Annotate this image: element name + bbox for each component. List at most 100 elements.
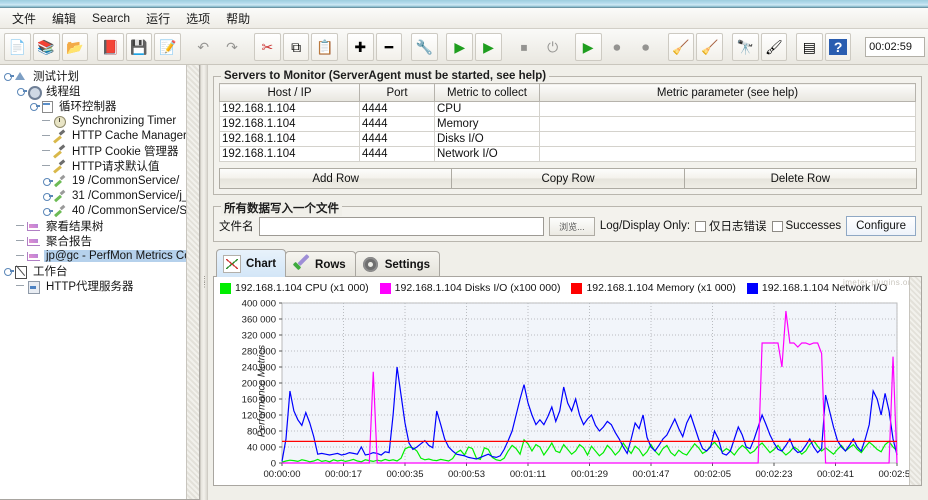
- tree-item-11[interactable]: 聚合报告: [2, 233, 199, 248]
- configure-button[interactable]: Configure: [846, 216, 916, 236]
- tab-rows[interactable]: Rows: [285, 251, 356, 277]
- tab-chart[interactable]: Chart: [216, 249, 287, 277]
- menu-item-5[interactable]: 帮助: [218, 8, 258, 29]
- clear-all-icon[interactable]: 🧹: [696, 32, 724, 61]
- table-row[interactable]: 192.168.1.104 4444 Memory: [219, 116, 916, 132]
- menu-item-1[interactable]: 编辑: [44, 8, 84, 29]
- tree-expand-toggle[interactable]: [41, 190, 53, 201]
- test-plan-tree[interactable]: 测试计划 线程组 循环控制器 Synchronizing Timer HTTP Cach…: [0, 65, 199, 294]
- table-row[interactable]: 192.168.1.104 4444 CPU: [219, 101, 916, 117]
- errors-only-checkbox[interactable]: 仅日志错误: [695, 218, 767, 234]
- browse-button[interactable]: 浏览...: [548, 216, 595, 236]
- errors-only-checkbox-box[interactable]: [695, 220, 707, 232]
- start-icon[interactable]: ▶: [446, 32, 474, 61]
- expand-all-icon[interactable]: ✚: [346, 32, 374, 61]
- tree-expand-toggle[interactable]: [41, 205, 53, 216]
- tree-expand-toggle[interactable]: [2, 70, 14, 81]
- settings-gear-icon: [362, 256, 380, 274]
- open-icon[interactable]: 📂: [61, 32, 89, 61]
- performance-chart[interactable]: jmeter-plugins.org 192.168.1.104 CPU (x1…: [213, 276, 922, 486]
- menu-item-3[interactable]: 运行: [138, 8, 178, 29]
- servers-cell-r1-c3[interactable]: [539, 116, 916, 132]
- tree-item-10[interactable]: 察看结果树: [2, 218, 199, 233]
- chart-plot-area[interactable]: Performance Metrics 0 40 000 80 000 120 000…: [214, 297, 921, 485]
- tree-expand-toggle[interactable]: [15, 85, 27, 96]
- servers-cell-r0-c0[interactable]: 192.168.1.104: [219, 101, 360, 117]
- copy-icon[interactable]: ⧉: [282, 32, 310, 61]
- new-icon[interactable]: 📄: [4, 32, 31, 61]
- tree-expand-toggle[interactable]: [2, 265, 14, 276]
- servers-cell-r1-c0[interactable]: 192.168.1.104: [219, 116, 360, 132]
- tree-item-label: 察看结果树: [46, 220, 104, 233]
- servers-cell-r1-c2[interactable]: Memory: [434, 116, 540, 132]
- tree-item-3[interactable]: Synchronizing Timer: [2, 113, 199, 128]
- servers-cell-r2-c1[interactable]: 4444: [359, 131, 435, 147]
- reset-search-icon[interactable]: 🖌: [760, 32, 788, 61]
- close-icon[interactable]: 📕: [96, 32, 124, 61]
- collapse-all-icon[interactable]: ━: [375, 32, 403, 61]
- paste-icon[interactable]: 📋: [311, 32, 339, 61]
- tree-item-1[interactable]: 线程组: [2, 83, 199, 100]
- add-row-button[interactable]: Add Row: [219, 168, 453, 189]
- cut-icon[interactable]: ✂: [253, 32, 281, 61]
- http-sampler-icon: [52, 189, 67, 203]
- tree-item-13[interactable]: 工作台: [2, 263, 199, 279]
- save-icon[interactable]: 💾: [125, 32, 153, 61]
- tree-item-7[interactable]: 19 /CommonService/: [2, 173, 199, 188]
- tree-vertical-scrollbar[interactable]: [186, 65, 199, 499]
- copy-row-button[interactable]: Copy Row: [451, 168, 685, 189]
- start-no-pauses-icon[interactable]: ▶: [475, 32, 502, 61]
- delete-row-button[interactable]: Delete Row: [683, 168, 917, 189]
- servers-cell-r0-c2[interactable]: CPU: [434, 101, 540, 117]
- remote-start-icon[interactable]: ▶: [574, 32, 602, 61]
- splitter-grip[interactable]: ⋮ ⋮: [201, 276, 208, 289]
- tree-item-0[interactable]: 测试计划: [2, 68, 199, 83]
- toggle-icon[interactable]: 🔧: [411, 32, 438, 61]
- open-template-icon[interactable]: 📚: [32, 32, 60, 61]
- tree-item-5[interactable]: HTTP Cookie 管理器: [2, 143, 199, 158]
- test-plan-tree-pane[interactable]: 测试计划 线程组 循环控制器 Synchronizing Timer HTTP Cach…: [0, 65, 200, 500]
- servers-col-2[interactable]: Metric to collect: [434, 83, 540, 102]
- tree-item-12[interactable]: jp@gc - PerfMon Metrics Collec: [2, 248, 199, 263]
- table-row[interactable]: 192.168.1.104 4444 Network I/O: [219, 146, 916, 162]
- filename-input[interactable]: [258, 216, 544, 236]
- servers-col-0[interactable]: Host / IP: [219, 83, 360, 102]
- servers-cell-r1-c1[interactable]: 4444: [359, 116, 435, 132]
- servers-table[interactable]: Host / IP Port Metric to collect Metric par…: [219, 83, 916, 162]
- servers-cell-r2-c3[interactable]: [539, 131, 916, 147]
- servers-cell-r3-c2[interactable]: Network I/O: [434, 146, 540, 162]
- servers-cell-r0-c3[interactable]: [539, 101, 916, 117]
- tree-item-6[interactable]: HTTP请求默认值: [2, 158, 199, 173]
- table-row[interactable]: 192.168.1.104 4444 Disks I/O: [219, 131, 916, 147]
- tree-item-8[interactable]: 31 /CommonService/j_s: [2, 188, 199, 203]
- menu-item-4[interactable]: 选项: [178, 8, 218, 29]
- search-icon[interactable]: 🔭: [731, 32, 759, 61]
- help-icon[interactable]: ?: [824, 32, 852, 61]
- tree-item-9[interactable]: 40 /CommonService/Sy: [2, 203, 199, 218]
- tree-item-2[interactable]: 循环控制器: [2, 98, 199, 113]
- servers-to-monitor-group: Servers to Monitor (ServerAgent must be …: [213, 70, 922, 195]
- servers-col-1[interactable]: Port: [359, 83, 435, 102]
- function-helper-icon[interactable]: ▤: [795, 32, 823, 61]
- tree-expand-toggle[interactable]: [41, 175, 53, 186]
- clear-icon[interactable]: 🧹: [667, 32, 695, 61]
- successes-checkbox-box[interactable]: [771, 220, 783, 232]
- tree-item-4[interactable]: HTTP Cache Manager: [2, 128, 199, 143]
- pane-splitter[interactable]: ⋮ ⋮: [200, 65, 208, 500]
- save-as-icon[interactable]: 📝: [154, 32, 182, 61]
- chart-vertical-scrollbar[interactable]: [909, 277, 921, 485]
- tree-item-14[interactable]: HTTP代理服务器: [2, 278, 199, 294]
- successes-checkbox[interactable]: Successes: [771, 220, 841, 232]
- servers-cell-r2-c0[interactable]: 192.168.1.104: [219, 131, 360, 147]
- servers-cell-r2-c2[interactable]: Disks I/O: [434, 131, 540, 147]
- servers-cell-r0-c1[interactable]: 4444: [359, 101, 435, 117]
- menu-item-0[interactable]: 文件: [4, 8, 44, 29]
- tree-expand-toggle[interactable]: [28, 100, 40, 111]
- servers-col-3[interactable]: Metric parameter (see help): [539, 83, 916, 102]
- shutdown-icon-glyph: ⏻: [547, 38, 559, 55]
- tab-settings[interactable]: Settings: [354, 251, 441, 277]
- servers-cell-r3-c3[interactable]: [539, 146, 916, 162]
- servers-cell-r3-c1[interactable]: 4444: [359, 146, 435, 162]
- servers-cell-r3-c0[interactable]: 192.168.1.104: [219, 146, 360, 162]
- menu-item-2[interactable]: Search: [84, 9, 138, 27]
